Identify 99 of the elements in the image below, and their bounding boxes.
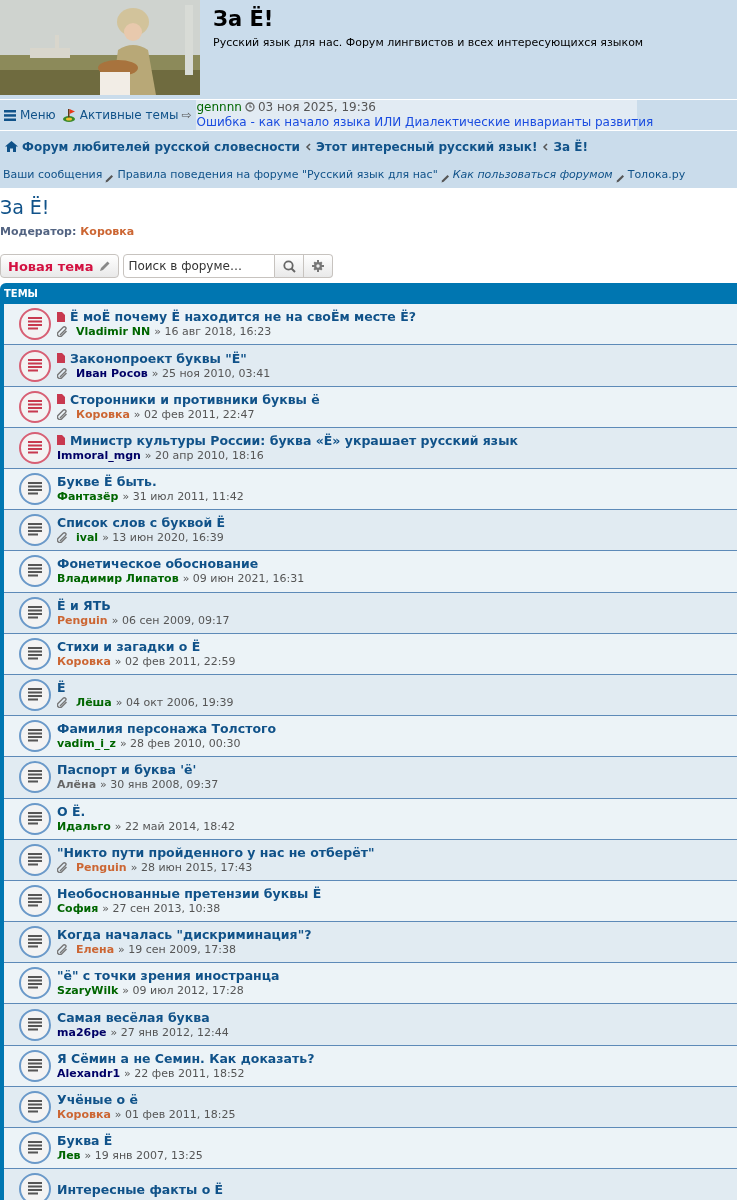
author-link[interactable]: ma26pe <box>57 1024 107 1040</box>
new-topic-button[interactable]: Новая тема <box>0 254 120 279</box>
topic-title[interactable]: Фамилия персонажа Толстого <box>57 721 277 737</box>
author-link[interactable]: SzaryWilk <box>57 983 119 999</box>
post-date: » 27 янв 2012, 12:44 <box>110 1025 229 1040</box>
post-date: » 02 фев 2011, 22:59 <box>114 653 236 669</box>
topic-title[interactable]: Букве Ё быть. <box>57 474 157 490</box>
menu-link[interactable]: Меню <box>4 106 56 124</box>
author-link[interactable]: vadim_i_z <box>57 736 116 752</box>
post-date: » 09 июл 2012, 17:28 <box>122 983 244 999</box>
author-link[interactable]: Immoral_mgn <box>57 447 141 463</box>
settings-icon <box>312 260 325 273</box>
author-link[interactable]: Vladimir NN <box>76 324 151 340</box>
quick-link[interactable]: Как пользоваться форумом <box>452 166 613 183</box>
document-icon <box>57 435 65 446</box>
topic-title[interactable]: Фонетическое обоснование <box>57 556 259 572</box>
author-link[interactable]: Alexandr1 <box>57 1065 121 1081</box>
post-date: » 09 июн 2021, 16:31 <box>182 571 305 587</box>
post-date: » 28 фев 2010, 00:30 <box>119 736 241 752</box>
post-date: » 31 июл 2011, 11:42 <box>122 489 244 505</box>
author-link[interactable]: Владимир Липатов <box>57 571 179 587</box>
post-date: » 19 янв 2007, 13:25 <box>84 1148 203 1164</box>
topic-title[interactable]: Паспорт и буква 'ё' <box>57 762 197 778</box>
author-link[interactable]: Коровка <box>76 406 130 422</box>
author-link[interactable]: Иван Росов <box>76 365 148 381</box>
post-date: » 04 окт 2006, 19:39 <box>115 695 234 711</box>
moderator-link[interactable]: Коровка <box>80 223 135 241</box>
search-field[interactable]: Поиск в форуме… <box>123 254 276 279</box>
site-title: За Ё! <box>213 6 275 33</box>
site-description: Русский язык для нас. Форум лингвистов и всех интересующихся языком <box>213 35 644 52</box>
quick-link[interactable]: Толока.ру <box>627 166 686 183</box>
settings-button[interactable] <box>304 254 334 279</box>
post-date: » 16 авг 2018, 16:23 <box>154 324 272 340</box>
topic-title[interactable]: Самая весёлая буква <box>57 1009 210 1025</box>
pencil-icon <box>615 174 625 183</box>
post-date: » 20 апр 2010, 18:16 <box>144 448 264 463</box>
topic-title[interactable]: Сторонники и противники буквы ё <box>70 391 320 407</box>
pencil-icon <box>99 260 112 273</box>
moderator-label: Модератор: <box>0 223 77 240</box>
pencil-icon <box>105 174 115 183</box>
author-link[interactable]: София <box>57 900 99 916</box>
author-link[interactable]: Коровка <box>57 653 111 669</box>
breadcrumb-link[interactable]: За Ё! <box>553 137 588 156</box>
author-link[interactable]: Лев <box>57 1148 81 1164</box>
author-link[interactable]: Лёша <box>76 695 112 711</box>
topic-title[interactable]: Список слов с буквой Ё <box>57 515 226 531</box>
post-date: » 01 фев 2011, 18:25 <box>114 1106 236 1122</box>
post-date: » 22 май 2014, 18:42 <box>114 818 235 834</box>
quick-link[interactable]: Правила поведения на форуме "Русский язык для нас" <box>117 166 438 183</box>
topic-title[interactable]: Ё моЁ почему Ё находится не на своЁм месте Ё? <box>70 309 416 325</box>
topic-title[interactable]: Министр культуры России: буква «Ё» украшает русский язык <box>70 432 518 448</box>
topic-title[interactable]: Ё и ЯТЬ <box>57 597 111 613</box>
clock-icon <box>244 102 255 112</box>
post-date: » 13 июн 2020, 16:39 <box>102 530 224 546</box>
topics-header: ТЕМЫ <box>4 287 39 302</box>
post-time: 03 ноя 2025, 19:36 <box>257 100 376 114</box>
author-link[interactable]: ival <box>76 530 99 546</box>
flag-icon <box>61 108 76 122</box>
topic-title[interactable]: Буква Ё <box>57 1133 113 1149</box>
author-link[interactable]: Алёна <box>57 777 97 793</box>
topic-title[interactable]: О Ё. <box>57 803 86 819</box>
topic-title[interactable]: "ё" с точки зрения иностранца <box>57 968 280 984</box>
post-date: » 25 ноя 2010, 03:41 <box>151 366 271 381</box>
post-date: » 02 фев 2011, 22:47 <box>133 407 255 422</box>
breadcrumb-link[interactable]: Этот интересный русский язык! <box>316 137 538 156</box>
chevron-icon <box>542 142 549 151</box>
active-topics-link[interactable]: Активные темы <box>61 106 179 124</box>
document-icon <box>57 394 65 405</box>
topic-title[interactable]: Интересные факты о Ё <box>57 1181 224 1197</box>
post-date: » 28 июн 2015, 17:43 <box>130 860 253 875</box>
home-icon <box>5 141 18 152</box>
topic-title[interactable]: Учёные о ё <box>57 1091 138 1107</box>
search-button[interactable] <box>275 254 305 279</box>
chevron-icon <box>305 142 311 151</box>
forum-title: За Ё! <box>0 196 51 220</box>
quick-link[interactable]: Ваши сообщения <box>3 166 103 183</box>
search-icon <box>282 259 296 273</box>
username[interactable]: gennnn <box>196 100 242 114</box>
document-icon <box>57 311 65 322</box>
topic-title[interactable]: Необоснованные претензии буквы Ё <box>57 885 322 901</box>
topic-title[interactable]: Стихи и загадки о Ё <box>57 638 201 654</box>
arrow-glyph: ⇨ <box>181 107 192 124</box>
post-date: » 22 фев 2011, 18:52 <box>124 1065 245 1081</box>
post-date: » 06 сен 2009, 09:17 <box>111 612 230 628</box>
topic-title[interactable]: Законопроект буквы "Ё" <box>70 350 247 366</box>
author-link[interactable]: Фантазёр <box>57 489 119 505</box>
topic-title[interactable]: Когда началась "дискриминация"? <box>57 927 312 943</box>
post-date: » 30 янв 2008, 09:37 <box>100 777 219 793</box>
topic-link[interactable]: Ошибка - как начало языка ИЛИ Диалектические инварианты развития <box>196 114 654 130</box>
breadcrumb-link[interactable]: Форум любителей русской словесности <box>5 137 300 156</box>
document-icon <box>57 353 65 364</box>
topic-title[interactable]: "Никто пути пройденного у нас не отберёт" <box>57 844 375 860</box>
menu-icon <box>4 109 16 121</box>
post-date: » 19 сен 2009, 17:38 <box>118 942 236 958</box>
author-link[interactable]: Идальго <box>57 818 111 834</box>
pencil-icon <box>440 174 450 183</box>
post-date: » 27 сен 2013, 10:38 <box>102 901 221 916</box>
topic-title[interactable]: Я Сёмин а не Семин. Как доказать? <box>57 1050 315 1066</box>
topic-title[interactable]: Ё <box>57 680 66 696</box>
